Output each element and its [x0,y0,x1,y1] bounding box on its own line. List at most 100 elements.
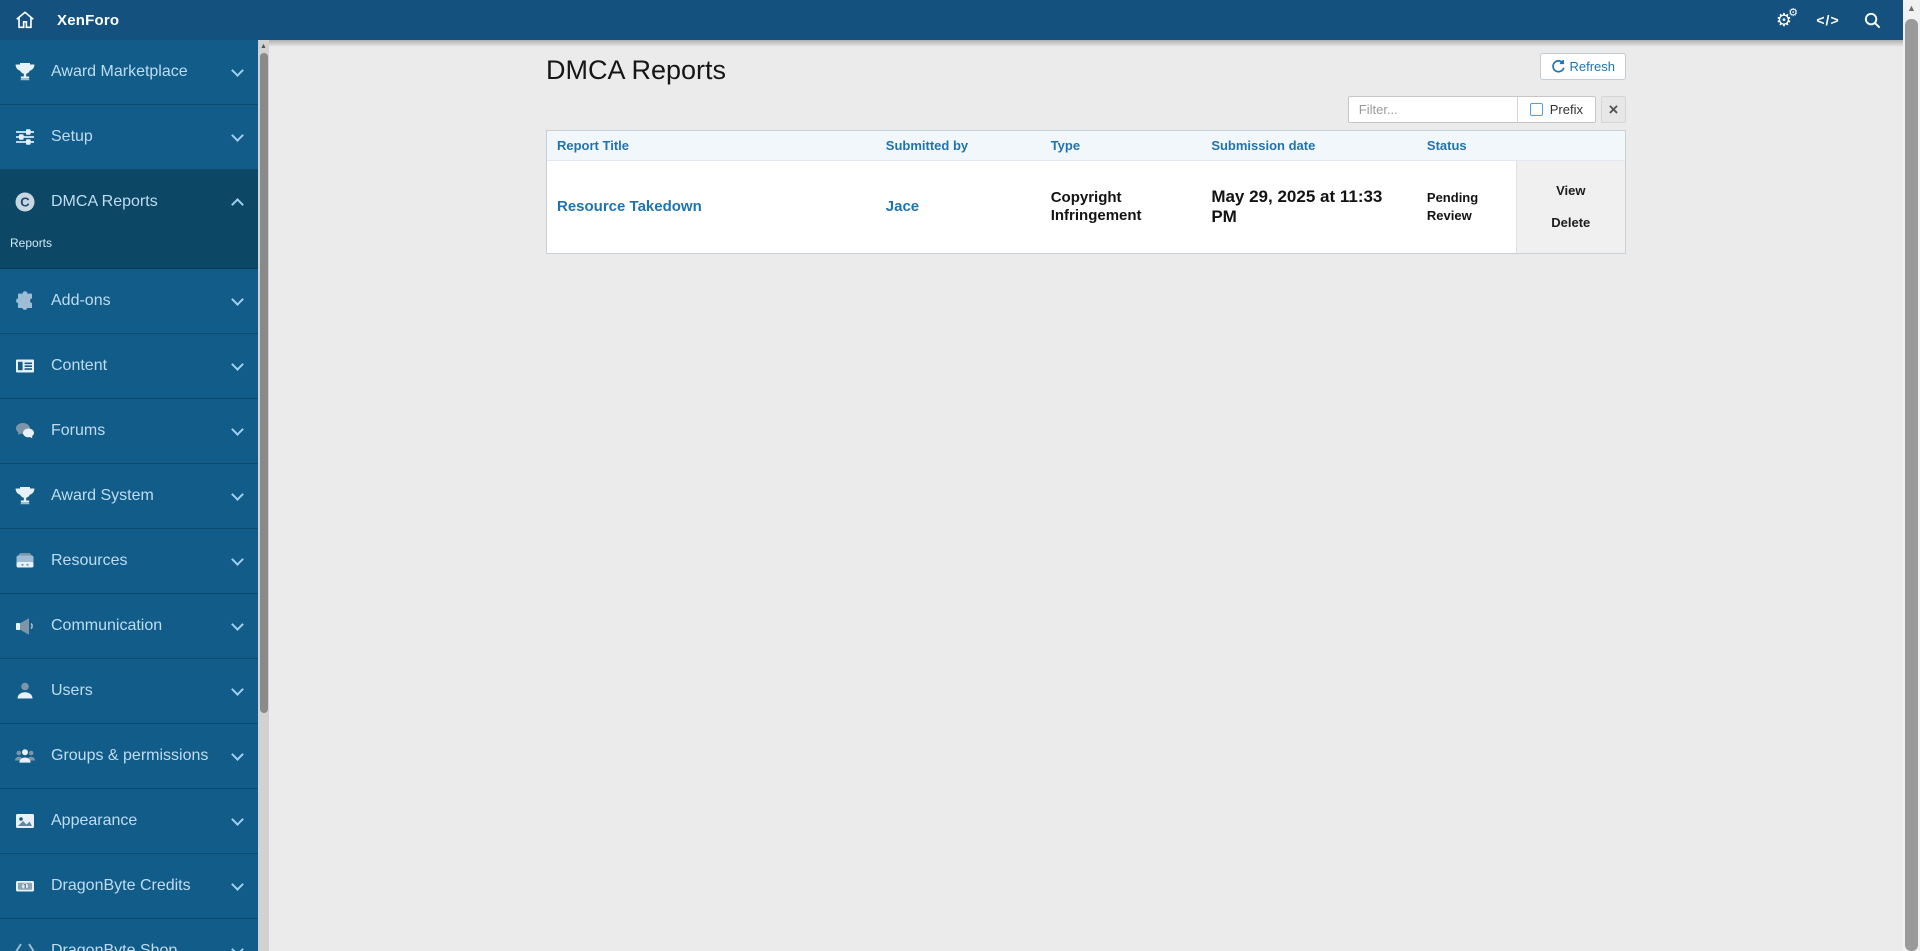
chevron-down-icon [231,422,244,436]
chevron-down-icon [231,682,244,696]
brand-title[interactable]: XenForo [57,12,119,29]
image-icon [13,810,37,832]
page-scrollbar[interactable]: ▲ [1903,0,1920,951]
submission-date: May 29, 2025 at 11:33 PM [1211,186,1383,226]
filter-clear-button[interactable]: × [1601,96,1626,123]
page-title: DMCA Reports [546,55,727,85]
sidebar-item-groups-permissions: Groups & permissions [0,724,258,789]
gears-button[interactable]: ⚙ ⚙ [1767,3,1801,37]
home-button[interactable] [14,9,36,31]
chevron-down-icon [231,747,244,761]
sidebar-item-setup-row[interactable]: Setup [0,105,258,169]
sidebar-item-dmca-reports: C DMCA Reports Reports [0,170,258,269]
sidebar-item-label: Content [51,357,108,374]
sidebar-item-add-ons-row[interactable]: Add-ons [0,269,258,333]
sidebar-submenu: Reports [0,234,258,268]
sidebar-item-forums: Forums [0,399,258,464]
column-header-type[interactable]: Type [1040,131,1202,161]
sidebar-item-dragonbyte-credits: 1 DragonByte Credits [0,854,258,919]
chevron-down-icon [231,942,244,951]
close-icon: × [1608,100,1619,119]
chevron-down-icon [231,128,244,142]
chevron-down-icon [231,63,244,77]
filter-input[interactable] [1348,97,1517,122]
gears-icon: ⚙ ⚙ [1775,6,1799,30]
sidebar: Award Marketplace Setup C DMCA Reports Repor… [0,40,258,951]
sidebar-item-users-row[interactable]: Users [0,659,258,723]
sidebar-item-label: Users [51,682,93,699]
column-header-submitted-by[interactable]: Submitted by [875,131,1041,161]
sidebar-item-setup: Setup [0,105,258,170]
report-title-link[interactable]: Resource Takedown [557,198,702,215]
sidebar-item-award-marketplace: Award Marketplace [0,40,258,105]
sidebar-item-communication: Communication [0,594,258,659]
column-header-report-title[interactable]: Report Title [547,131,876,161]
sidebar-item-add-ons: Add-ons [0,269,258,334]
column-header-status[interactable]: Status [1416,131,1517,161]
status-text: Pending Review [1426,189,1479,223]
sidebar-item-label: Groups & permissions [51,747,209,764]
chat-bubbles-icon [13,420,37,442]
chevron-down-icon [231,552,244,566]
puzzle-icon [13,290,37,312]
sidebar-item-award-system: Award System [0,464,258,529]
table-row: Resource Takedown Jace Copyright Infringem… [547,160,1625,253]
home-icon [14,9,36,31]
banknote-icon: 1 [13,875,37,897]
dmca-reports-table: Report Title Submitted by Type Submission d… [546,130,1626,254]
submitted-by-link[interactable]: Jace [886,198,919,215]
sidebar-item-dmca-reports-row[interactable]: C DMCA Reports [0,170,258,234]
sidebar-scrollbar[interactable]: ▲ [258,40,269,951]
sidebar-item-award-system-row[interactable]: Award System [0,464,258,528]
megaphone-icon [13,615,37,637]
sidebar-scrollbar-up-arrow-icon[interactable]: ▲ [258,42,269,52]
prefix-toggle[interactable]: Prefix [1516,97,1595,122]
search-icon [1863,11,1882,30]
sidebar-item-label: Award System [51,487,154,504]
sidebar-item-dragonbyte-credits-row[interactable]: 1 DragonByte Credits [0,854,258,918]
page-scrollbar-thumb[interactable] [1905,19,1918,951]
search-button[interactable] [1855,3,1889,37]
filter-group: Prefix [1347,96,1596,123]
sidebar-item-content-row[interactable]: Content [0,334,258,398]
sidebar-item-resources-row[interactable]: Resources [0,529,258,593]
svg-text:C: C [20,195,30,210]
sidebar-item-dragonbyte-shop: DragonByte Shop [0,919,258,951]
sidebar-item-label: Communication [51,617,163,634]
refresh-icon [1551,59,1566,74]
trophy-icon [13,485,37,507]
action-view-link[interactable]: View [1556,183,1585,198]
sliders-icon [13,126,37,148]
sidebar-scrollbar-thumb[interactable] [259,53,268,713]
sidebar-item-dragonbyte-shop-row[interactable]: DragonByte Shop [0,919,258,951]
chevron-down-icon [231,487,244,501]
code-brackets-icon [13,940,37,951]
prefix-label: Prefix [1549,102,1583,117]
chevron-down-icon [231,292,244,306]
top-navbar: XenForo ⚙ ⚙ </> [0,0,1903,40]
code-icon: </> [1816,12,1840,28]
sidebar-item-forums-row[interactable]: Forums [0,399,258,463]
column-header-submission-date[interactable]: Submission date [1201,131,1417,161]
sidebar-item-communication-row[interactable]: Communication [0,594,258,658]
sidebar-item-label: DragonByte Shop [51,942,178,951]
filter-bar: Prefix × [546,96,1626,123]
sidebar-item-award-marketplace-row[interactable]: Award Marketplace [0,40,258,104]
page-scrollbar-up-arrow-icon[interactable]: ▲ [1903,3,1920,13]
sidebar-item-label: Setup [51,128,93,145]
sidebar-subitem-reports[interactable]: Reports [10,234,248,252]
prefix-checkbox[interactable] [1529,103,1543,116]
sidebar-item-appearance: Appearance [0,789,258,854]
report-type: Copyright Infringement [1050,188,1142,224]
main-content: DMCA Reports Refresh Prefix × Report Ti [269,40,1903,951]
copyright-icon: C [13,191,37,213]
sidebar-item-label: DMCA Reports [51,193,158,210]
chevron-down-icon [231,812,244,826]
sidebar-item-appearance-row[interactable]: Appearance [0,789,258,853]
sidebar-item-groups-permissions-row[interactable]: Groups & permissions [0,724,258,788]
refresh-button[interactable]: Refresh [1540,53,1626,80]
sidebar-item-label: Forums [51,422,106,439]
code-button[interactable]: </> [1811,3,1845,37]
action-delete-link[interactable]: Delete [1551,215,1590,230]
sidebar-item-label: Appearance [51,812,138,829]
